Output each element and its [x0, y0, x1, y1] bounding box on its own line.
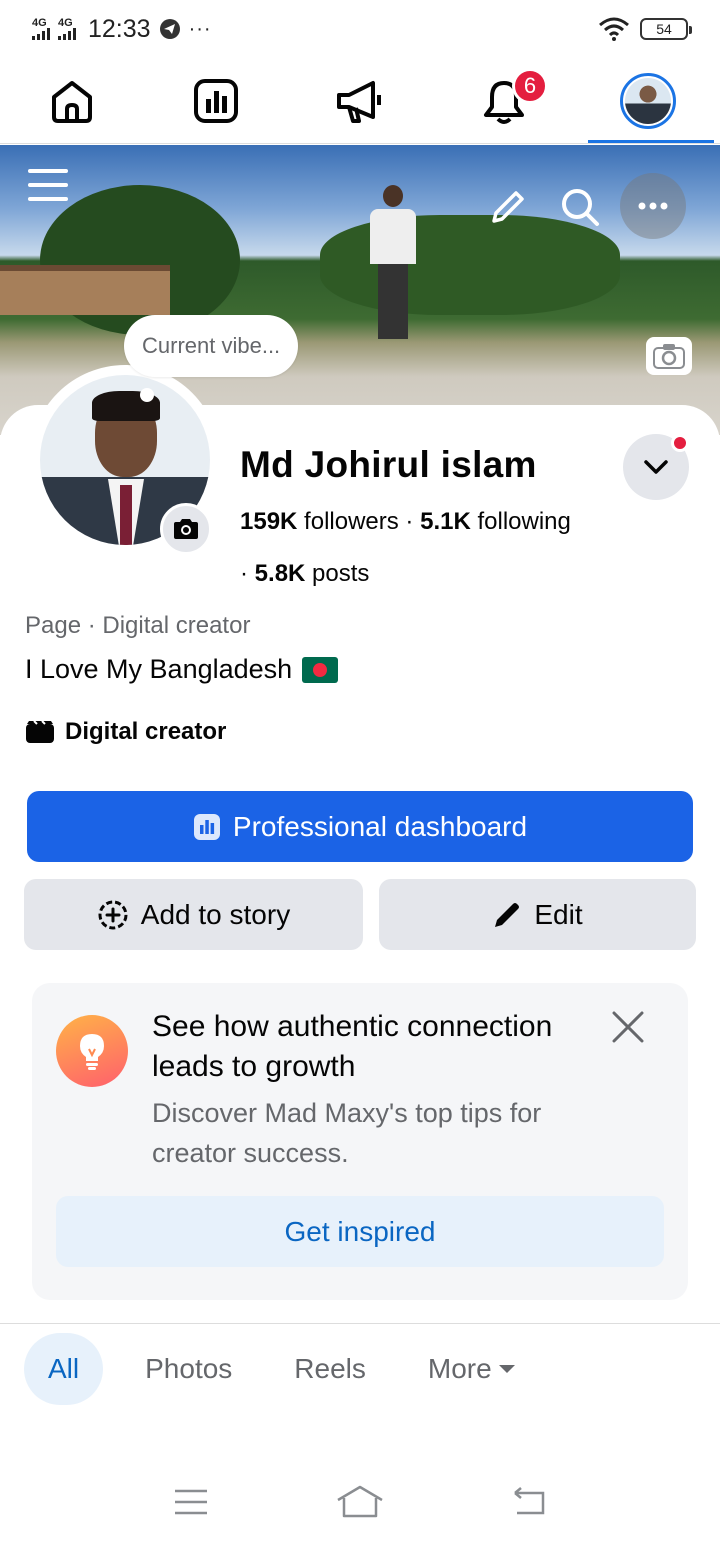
following-label[interactable]: following: [477, 508, 570, 535]
add-to-story-button[interactable]: Add to story: [24, 879, 363, 950]
chevron-down-icon: [644, 460, 668, 474]
wifi-icon: [599, 17, 629, 41]
lightbulb-icon: [56, 1015, 128, 1087]
profile-name: Md Johirul islam: [240, 444, 537, 485]
telegram-icon: [159, 19, 180, 39]
bio-text: I Love My Bangladesh: [25, 654, 293, 684]
pencil-icon: [495, 902, 520, 927]
page-category: Page · Digital creator: [25, 612, 251, 639]
creator-label: Digital creator: [65, 718, 227, 745]
followers-count[interactable]: 159K: [240, 508, 297, 535]
notification-badge: 6: [512, 68, 548, 104]
tip-title: See how authentic connection leads to gr…: [152, 1010, 553, 1083]
dashboard-label: Professional dashboard: [232, 810, 528, 842]
recent-apps-icon[interactable]: [173, 1488, 209, 1521]
creator-category: Digital creator: [25, 718, 226, 746]
dashboard-icon: [193, 813, 220, 840]
profile-switch-button[interactable]: [623, 434, 689, 500]
content-tabs: All Photos Reels More: [24, 1333, 536, 1405]
nav-notifications[interactable]: 6: [432, 58, 576, 143]
tip-subtitle: Discover Mad Maxy's top tips for creator…: [152, 1098, 542, 1168]
top-nav: 6: [0, 58, 720, 144]
professional-dashboard-button[interactable]: Professional dashboard: [27, 791, 693, 862]
pencil-icon[interactable]: [488, 187, 528, 227]
more-options-icon[interactable]: [620, 173, 686, 239]
get-inspired-button[interactable]: Get inspired: [56, 1196, 664, 1267]
edit-label: Edit: [534, 898, 583, 930]
tab-more[interactable]: More: [408, 1333, 536, 1405]
nav-ads[interactable]: [288, 58, 432, 143]
network-type-1: 4G: [32, 17, 47, 29]
following-count[interactable]: 5.1K: [420, 508, 471, 535]
status-bar: 4G 4G 12:33 ··· 54: [0, 0, 720, 58]
menu-icon[interactable]: [28, 167, 68, 203]
divider: [0, 1323, 720, 1324]
status-right: 54: [598, 17, 692, 41]
tab-reels[interactable]: Reels: [274, 1333, 386, 1405]
cover-camera-icon[interactable]: [646, 337, 692, 375]
signal-2-icon: 4G: [58, 18, 76, 40]
profile-bio: I Love My Bangladesh: [25, 654, 339, 685]
posts-count: 5.8K: [254, 560, 306, 587]
tab-more-label: More: [427, 1353, 492, 1384]
battery-level: 54: [656, 21, 672, 37]
home-icon: [52, 80, 92, 123]
dashboard-icon: [194, 78, 238, 123]
network-type-2: 4G: [58, 17, 73, 29]
megaphone-icon: [337, 80, 381, 123]
posts-label: posts: [312, 560, 370, 587]
close-icon[interactable]: [610, 1009, 646, 1045]
clapperboard-icon: [26, 720, 54, 743]
tab-photos[interactable]: Photos: [125, 1333, 252, 1405]
add-story-icon: [98, 900, 128, 929]
nav-dashboard[interactable]: [144, 58, 288, 143]
nav-home[interactable]: [0, 58, 144, 143]
system-nav-bar: [0, 1465, 720, 1544]
status-left: 4G 4G 12:33 ···: [32, 15, 212, 44]
current-vibe-bubble[interactable]: Current vibe...: [124, 315, 299, 377]
profile-avatar-icon: [620, 72, 676, 129]
alert-dot: [671, 434, 689, 452]
signal-1-icon: 4G: [32, 18, 50, 40]
profile-stats: 159K followers · 5.1K following: [240, 508, 571, 535]
add-story-label: Add to story: [140, 898, 291, 930]
status-overflow: ···: [188, 17, 212, 40]
tab-all[interactable]: All: [24, 1333, 104, 1405]
bangladesh-flag-icon: [302, 656, 339, 683]
followers-label[interactable]: followers: [304, 508, 399, 535]
avatar-camera-icon[interactable]: [160, 503, 212, 555]
search-icon[interactable]: [560, 187, 600, 227]
status-time: 12:33: [88, 14, 151, 43]
edit-profile-button[interactable]: Edit: [379, 879, 696, 950]
nav-profile[interactable]: [576, 58, 720, 143]
caret-down-icon: [498, 1365, 515, 1373]
system-home-icon[interactable]: [335, 1484, 385, 1525]
battery-indicator: 54: [640, 18, 692, 40]
profile-posts: · 5.8K posts: [240, 560, 370, 587]
creator-tip-card: See how authentic connection leads to gr…: [32, 983, 688, 1300]
back-icon[interactable]: [511, 1487, 547, 1522]
